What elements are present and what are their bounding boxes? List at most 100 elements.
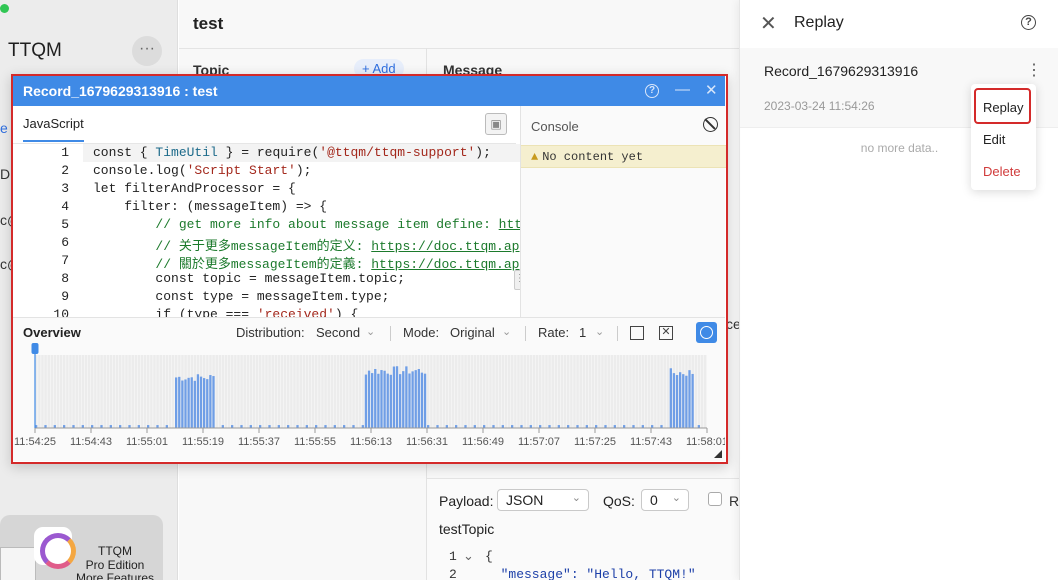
overview-chart[interactable]: 11:54:25 11:54:43 11:55:01 11:55:19 11:55:37… [13, 343, 725, 459]
chevron-down-icon: ⌄ [671, 492, 681, 504]
code-line: const type = messageItem.type; [93, 289, 390, 304]
chart-background-band [458, 355, 461, 428]
chart-background-band [75, 355, 78, 428]
divider [390, 326, 391, 341]
divider [617, 326, 618, 341]
chart-background-band [563, 355, 567, 428]
retain-checkbox[interactable] [708, 492, 722, 506]
chart-background-band [231, 355, 234, 428]
chart-bar [190, 377, 193, 428]
chart-background-band [262, 355, 265, 428]
chart-background-band [626, 355, 629, 428]
editor-gutter: 1 2 3 4 5 6 7 8 9 10 [13, 144, 83, 317]
chart-background-band [227, 355, 231, 428]
fold-chevron-icon[interactable]: ⌄ [463, 549, 474, 564]
help-icon[interactable]: ? [1021, 15, 1036, 30]
payload-format-value: JSON [506, 492, 544, 508]
chart-background-band [657, 355, 660, 428]
chart-background-band [629, 355, 632, 428]
close-icon[interactable]: ✕ [760, 11, 777, 36]
chart-background-band [545, 355, 548, 428]
minimize-icon[interactable]: — [675, 81, 690, 98]
chart-background-band [607, 355, 610, 428]
chart-background-band [302, 355, 306, 428]
chart-background-band [486, 355, 489, 428]
chevron-down-icon[interactable]: ⌄ [366, 325, 375, 338]
chart-background-band [479, 355, 483, 428]
payload-code-line[interactable]: "message": "Hello, TTQM!" [485, 567, 696, 580]
chart-x-tick-label: 11:55:01 [126, 436, 168, 448]
connection-item-fragment[interactable]: e [0, 120, 8, 136]
line-number: 3 [61, 181, 69, 196]
chart-bar [193, 380, 196, 428]
square-icon[interactable] [630, 326, 644, 340]
x-box-icon[interactable]: ✕ [659, 326, 673, 340]
distribution-select[interactable]: Second [316, 325, 360, 340]
mode-select[interactable]: Original [450, 325, 495, 340]
chart-background-band [165, 355, 169, 428]
console-warning-text: No content yet [542, 150, 644, 164]
chart-bar [402, 371, 405, 428]
chart-background-band [654, 355, 657, 428]
replay-drawer: ✕ Replay ? Record_1679629313916 ⋮ 2023-0… [739, 0, 1058, 580]
dialog-title-bar[interactable]: Record_1679629313916 : test ? — ✕ [13, 76, 725, 106]
help-icon[interactable]: ? [645, 84, 659, 98]
play-circle-icon[interactable] [696, 322, 717, 343]
resize-grip-icon[interactable] [714, 450, 722, 458]
chart-bar [679, 372, 682, 428]
chart-background-band [150, 355, 153, 428]
chart-background-band [287, 355, 290, 428]
close-icon[interactable]: ✕ [705, 81, 718, 99]
chart-background-band [641, 355, 645, 428]
chart-background-band [557, 355, 561, 428]
clear-icon[interactable] [703, 117, 718, 132]
chevron-down-icon[interactable]: ⌄ [502, 325, 511, 338]
chart-bar [377, 373, 380, 428]
more-vertical-icon[interactable]: ⋮ [1026, 60, 1042, 80]
tab-javascript[interactable]: JavaScript [23, 116, 84, 142]
chart-background-band [243, 355, 246, 428]
console-warning: ▲ No content yet [521, 145, 726, 168]
pro-edition-promo[interactable]: TTQM Pro Edition More Features [0, 515, 163, 580]
payload-code-line[interactable]: { [485, 549, 493, 564]
chart-background-band [604, 355, 607, 428]
chart-bar [374, 369, 377, 428]
chart-background-band [514, 355, 517, 428]
publish-panel: Payload: JSON ⌄ QoS: 0 ⌄ R testTopic 1 ⌄… [427, 478, 739, 580]
edit-menu-item[interactable]: Edit [983, 132, 1005, 147]
chart-background-band [467, 355, 470, 428]
chart-bar [399, 374, 402, 428]
chart-background-band [507, 355, 511, 428]
chart-bar [371, 373, 374, 428]
promo-features: More Features [75, 571, 155, 580]
chevron-down-icon[interactable]: ⌄ [595, 325, 604, 338]
chart-background-band [573, 355, 576, 428]
chart-bar [389, 374, 392, 428]
code-line: if (type === 'received') { [93, 307, 359, 317]
rate-select[interactable]: 1 [579, 325, 586, 340]
script-editor[interactable]: 1 2 3 4 5 6 7 8 9 10 const { TimeUtil } … [13, 144, 520, 317]
chart-background-band [47, 355, 50, 428]
window-zoom-button[interactable] [0, 4, 9, 13]
save-icon[interactable]: ▣ [485, 113, 507, 135]
chart-bar [175, 377, 178, 428]
mode-label: Mode: [403, 325, 440, 340]
chart-background-band [78, 355, 82, 428]
qos-select[interactable]: 0 ⌄ [641, 489, 689, 511]
chart-background-band [529, 355, 533, 428]
app-more-button[interactable]: ··· [132, 36, 162, 66]
chart-background-band [234, 355, 237, 428]
chart-bar [691, 373, 694, 428]
payload-format-select[interactable]: JSON ⌄ [497, 489, 589, 511]
chart-background-band [224, 355, 228, 428]
chart-background-band [156, 355, 159, 428]
chart-background-band [283, 355, 287, 428]
delete-menu-item[interactable]: Delete [983, 164, 1021, 179]
overview-panel: Overview Distribution: Second ⌄ Mode: Or… [13, 317, 725, 461]
chart-background-band [38, 355, 41, 428]
chart-bar [178, 376, 181, 428]
warning-icon: ▲ [531, 150, 539, 164]
publish-topic-input[interactable]: testTopic [439, 521, 494, 537]
chart-background-band [495, 355, 498, 428]
chart-background-band [128, 355, 131, 428]
